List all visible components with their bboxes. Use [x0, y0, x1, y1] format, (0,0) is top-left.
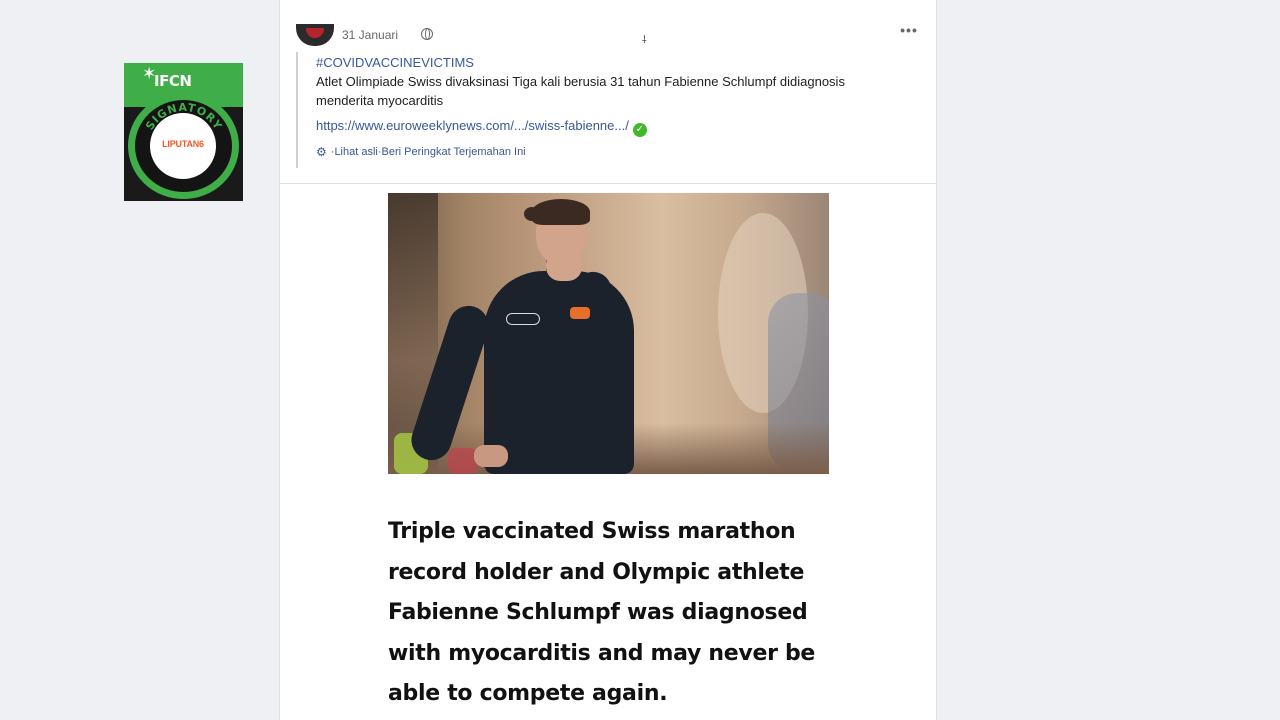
post-card: 31 Januari ⸸ ••• #COVIDVACCINEVICTIMS At…	[279, 0, 937, 720]
athlete-figure	[506, 313, 540, 325]
more-icon[interactable]: •••	[896, 22, 922, 42]
hashtag-link[interactable]: #COVIDVACCINEVICTIMS	[316, 55, 916, 70]
badge-center: LIPUTAN6	[150, 113, 216, 179]
post-text: Atlet Olimpiade Swiss divaksinasi Tiga k…	[316, 74, 845, 108]
ifcn-signatory-badge: ✶ IFCN SIGNATORY LIPUTAN6	[124, 63, 243, 201]
verified-check-icon: ✓	[632, 123, 647, 137]
divider	[280, 183, 936, 184]
post-header: 31 Januari ⸸ •••	[296, 22, 922, 48]
rate-translation-link[interactable]: Beri Peringkat Terjemahan Ini	[382, 146, 526, 158]
athlete-figure	[474, 445, 508, 467]
athlete-figure	[546, 251, 582, 281]
athlete-figure	[532, 199, 590, 225]
post-photo[interactable]	[388, 193, 829, 474]
athlete-figure	[524, 207, 540, 221]
article-link[interactable]: https://www.euroweeklynews.com/.../swiss…	[316, 118, 629, 133]
translation-row: ⚙ · Lihat asli · Beri Peringkat Terjemah…	[316, 145, 916, 159]
athlete-figure	[570, 307, 590, 319]
see-original-link[interactable]: Lihat asli	[334, 146, 377, 158]
avatar[interactable]	[296, 24, 334, 46]
shared-post-quote: #COVIDVACCINEVICTIMS Atlet Olimpiade Swi…	[296, 52, 916, 168]
globe-icon	[421, 28, 433, 40]
image-headline: Triple vaccinated Swiss marathon record …	[388, 519, 816, 706]
gear-icon: ⚙	[316, 145, 327, 159]
post-date[interactable]: 31 Januari	[342, 28, 398, 42]
liputan6-logo: LIPUTAN6	[162, 139, 204, 149]
small-mark: ⸸	[642, 35, 647, 46]
